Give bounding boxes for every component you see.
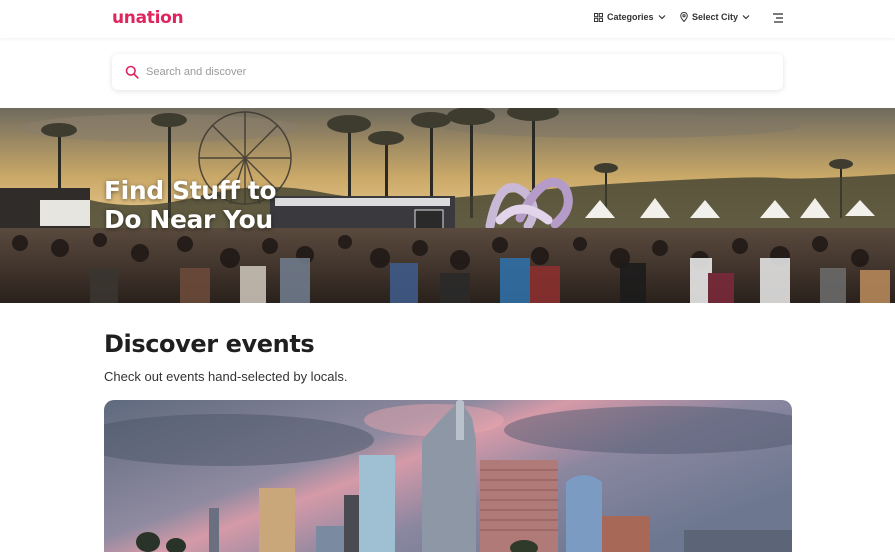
search-input[interactable] bbox=[146, 66, 746, 78]
hamburger-menu-icon[interactable] bbox=[771, 12, 785, 24]
city-skyline-image bbox=[104, 400, 792, 552]
top-nav: unation Categories Select City bbox=[0, 0, 895, 38]
grid-icon bbox=[594, 12, 603, 22]
select-city-label: Select City bbox=[692, 12, 739, 22]
location-pin-icon bbox=[680, 12, 688, 22]
discover-heading: Discover events bbox=[104, 330, 315, 358]
chevron-down-icon bbox=[658, 15, 665, 20]
hero-heading-line-1: Find Stuff to bbox=[104, 176, 277, 205]
search-section bbox=[0, 38, 895, 108]
chevron-down-icon bbox=[742, 15, 750, 20]
unation-logo[interactable]: unation bbox=[112, 8, 184, 28]
city-card[interactable] bbox=[104, 400, 792, 552]
select-city-dropdown[interactable]: Select City bbox=[680, 12, 750, 22]
discover-subtitle: Check out events hand-selected by locals… bbox=[104, 369, 348, 384]
categories-dropdown[interactable]: Categories bbox=[594, 12, 666, 22]
categories-label: Categories bbox=[607, 12, 654, 22]
search-bar[interactable] bbox=[112, 54, 783, 90]
search-icon bbox=[125, 65, 139, 79]
hero-banner: Find Stuff to Do Near You bbox=[0, 108, 895, 303]
hero-heading: Find Stuff to Do Near You bbox=[104, 176, 364, 234]
hero-heading-line-2: Do Near You bbox=[104, 205, 273, 234]
